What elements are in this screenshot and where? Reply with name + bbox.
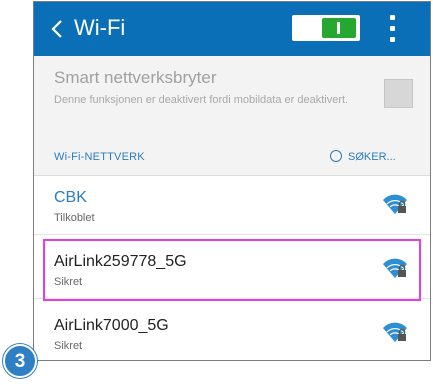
scanning-spinner-icon	[330, 150, 342, 162]
wifi-locked-icon	[383, 194, 407, 214]
page-title: Wi-Fi	[74, 15, 126, 40]
network-status: Sikret	[54, 340, 83, 352]
toggle-knob	[322, 18, 356, 38]
smart-switch-title: Smart nettverksbryter	[54, 68, 217, 87]
smart-network-switch: Smart nettverksbryter Denne funksjonen e…	[34, 56, 430, 136]
step-number: 3	[14, 351, 26, 372]
wifi-locked-icon	[383, 322, 407, 342]
back-arrow-icon[interactable]	[48, 15, 68, 43]
network-item-airlink7000[interactable]: AirLink7000_5G Sikret	[34, 305, 430, 360]
app-bar: Wi-Fi	[34, 2, 430, 56]
wifi-networks-header: Wi-Fi-NETTVERK SØKER...	[34, 136, 430, 176]
wifi-toggle[interactable]	[292, 15, 360, 41]
smart-switch-description: Denne funksjonen er deaktivert fordi mob…	[54, 94, 349, 106]
more-options-icon[interactable]	[382, 12, 402, 46]
toggle-on-mark	[337, 22, 340, 34]
network-name: AirLink7000_5G	[54, 317, 169, 334]
network-status: Tilkoblet	[54, 212, 95, 224]
step-number-badge: 3	[3, 344, 37, 378]
network-name: CBK	[54, 189, 87, 206]
wifi-settings-screen: Wi-Fi Smart nettverksbryter Denne funksj…	[33, 1, 431, 361]
scan-status: SØKER...	[348, 151, 396, 163]
smart-switch-checkbox[interactable]	[384, 79, 413, 108]
section-label: Wi-Fi-NETTVERK	[54, 151, 145, 163]
selection-highlight	[43, 239, 421, 301]
network-item-cbk[interactable]: CBK Tilkoblet	[34, 177, 430, 235]
